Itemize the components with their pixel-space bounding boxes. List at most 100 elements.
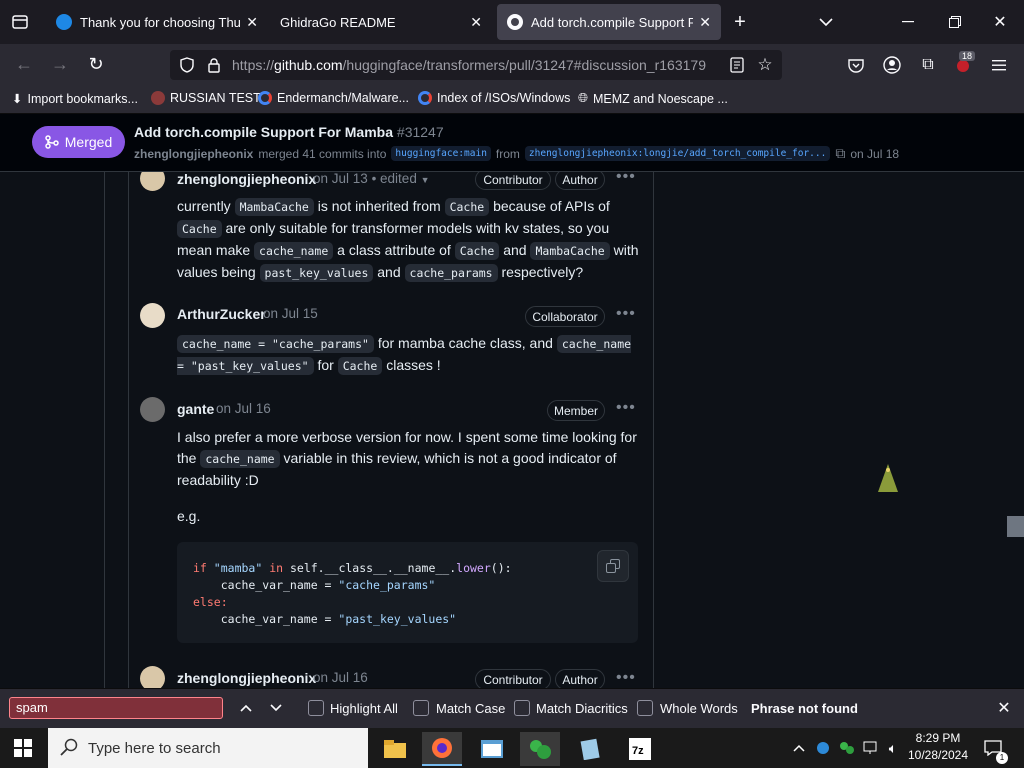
merged-label: Merged xyxy=(64,134,113,150)
reader-view-icon[interactable] xyxy=(726,54,748,76)
tab-list-icon[interactable] xyxy=(8,10,32,34)
base-branch[interactable]: huggingface:main xyxy=(391,146,491,161)
search-placeholder: Type here to search xyxy=(88,739,221,757)
chevron-up-icon[interactable] xyxy=(790,738,808,758)
copy-code-button[interactable] xyxy=(597,550,629,582)
pocket-icon[interactable] xyxy=(845,54,867,76)
extensions-icon[interactable]: ⧉ xyxy=(917,54,939,76)
network-icon[interactable] xyxy=(862,738,880,758)
find-next-icon[interactable] xyxy=(266,698,286,718)
minimize-icon[interactable] xyxy=(896,10,920,34)
desktop-pet-icon[interactable] xyxy=(876,462,900,499)
notification-count: 1 xyxy=(996,752,1008,764)
bookmark-label: RUSSIAN TEST xyxy=(170,91,261,105)
pr-sticky-header xyxy=(0,114,1024,172)
highlight-all-checkbox[interactable] xyxy=(308,700,324,716)
tab-thunderbird[interactable]: Thank you for choosing Thunde ✕ xyxy=(46,4,268,40)
comment-author[interactable]: ArthurZucker xyxy=(177,306,266,322)
whole-words-checkbox[interactable] xyxy=(637,700,653,716)
timeline-line xyxy=(104,172,105,688)
bookmark-label: MEMZ and Noescape ... xyxy=(593,91,728,106)
head-branch[interactable]: zhenglongjiepheonix:longjie/add_torch_co… xyxy=(524,146,831,161)
window-close-icon[interactable]: ✕ xyxy=(988,10,1012,34)
more-options-icon[interactable]: ••• xyxy=(616,172,636,186)
pr-number: #31247 xyxy=(396,124,444,140)
pr-title[interactable]: Add torch.compile Support For Mamba #312… xyxy=(134,124,444,140)
copy-icon[interactable]: ⧉ xyxy=(835,145,845,162)
match-case-label[interactable]: Match Case xyxy=(436,701,505,716)
avatar[interactable] xyxy=(140,666,165,688)
back-icon[interactable]: ← xyxy=(12,52,36,76)
find-status: Phrase not found xyxy=(751,701,858,716)
close-icon[interactable]: ✕ xyxy=(246,14,258,31)
match-diacritics-checkbox[interactable] xyxy=(514,700,530,716)
author-badge: Author xyxy=(555,669,605,688)
collaborator-badge: Collaborator xyxy=(525,306,605,327)
account-icon[interactable] xyxy=(881,54,903,76)
tab-pull-request[interactable]: Add torch.compile Support For ✕ xyxy=(497,4,721,40)
green-app-icon[interactable] xyxy=(520,732,560,766)
bookmark-star-icon[interactable]: ☆ xyxy=(754,54,776,76)
search-icon xyxy=(60,738,78,760)
avatar[interactable] xyxy=(140,397,165,422)
shield-icon[interactable] xyxy=(176,54,198,76)
comment-date[interactable]: on Jul 15 xyxy=(263,306,318,321)
file-explorer-icon[interactable] xyxy=(375,732,415,766)
google-icon xyxy=(418,91,432,105)
pr-user[interactable]: zhenglongjiepheonix xyxy=(134,147,253,161)
tray-green-icon[interactable] xyxy=(838,738,856,758)
comment-author[interactable]: zhenglongjiepheonix xyxy=(177,670,316,686)
match-diacritics-label[interactable]: Match Diacritics xyxy=(536,701,628,716)
reload-icon[interactable]: ↻ xyxy=(84,52,108,76)
sevenzip-icon[interactable]: 7z xyxy=(620,732,660,766)
bookmark-russian-test[interactable]: RUSSIAN TEST xyxy=(151,91,261,105)
avatar[interactable] xyxy=(140,303,165,328)
close-icon[interactable]: ✕ xyxy=(699,14,711,31)
member-badge: Member xyxy=(547,400,605,421)
comment-date[interactable]: on Jul 16 xyxy=(216,401,271,416)
tray-app-icon[interactable] xyxy=(814,738,832,758)
more-options-icon[interactable]: ••• xyxy=(616,669,636,687)
bookmark-label: Endermanch/Malware... xyxy=(277,91,410,105)
close-find-icon[interactable]: ✕ xyxy=(994,698,1014,718)
url-text[interactable]: https://github.com/huggingface/transform… xyxy=(232,57,720,73)
clock[interactable]: 8:29 PM 10/28/2024 xyxy=(906,730,970,764)
taskbar-search[interactable]: Type here to search xyxy=(48,728,368,768)
lock-icon[interactable] xyxy=(204,54,224,76)
comment-body: I also prefer a more verbose version for… xyxy=(177,429,637,488)
whole-words-label[interactable]: Whole Words xyxy=(660,701,738,716)
more-options-icon[interactable]: ••• xyxy=(616,399,636,417)
forward-icon[interactable]: → xyxy=(48,52,72,76)
bookmark-endermanch[interactable]: Endermanch/Malware... xyxy=(258,91,409,105)
restore-icon[interactable] xyxy=(943,10,967,34)
merge-icon xyxy=(45,135,59,149)
chevron-down-icon[interactable] xyxy=(814,10,838,34)
comment-body: currently MambaCache is not inherited fr… xyxy=(177,198,639,282)
app-window-icon[interactable] xyxy=(472,732,512,766)
tab-title: Add torch.compile Support For xyxy=(531,14,694,30)
bookmark-import[interactable]: ⬇ Import bookmarks... xyxy=(12,91,138,107)
volume-icon[interactable]: 🔈︎ xyxy=(884,738,902,758)
highlight-all-label[interactable]: Highlight All xyxy=(330,701,398,716)
menu-icon[interactable] xyxy=(988,54,1010,76)
comment-author[interactable]: zhenglongjiepheonix xyxy=(177,172,316,187)
notes-app-icon[interactable] xyxy=(570,732,610,766)
tab-ghidrago[interactable]: GhidraGo README ✕ xyxy=(270,4,492,40)
windows-start-icon[interactable] xyxy=(12,737,34,759)
clock-time: 8:29 PM xyxy=(915,731,961,745)
tab-title: Thank you for choosing Thunde xyxy=(80,14,241,30)
scrollbar-thumb[interactable] xyxy=(1007,516,1024,537)
match-case-checkbox[interactable] xyxy=(413,700,429,716)
find-previous-icon[interactable] xyxy=(236,698,256,718)
firefox-icon[interactable] xyxy=(422,732,462,766)
bookmark-memz[interactable]: 🌐︎ MEMZ and Noescape ... xyxy=(578,91,728,106)
new-tab-icon[interactable]: + xyxy=(728,10,752,34)
comment-date[interactable]: on Jul 16 xyxy=(313,670,368,685)
comment-author[interactable]: gante xyxy=(177,401,214,417)
globe-icon xyxy=(151,91,165,105)
find-input[interactable]: spam xyxy=(9,697,223,719)
bookmark-index-isos[interactable]: Index of /ISOs/Windows xyxy=(418,91,570,105)
close-icon[interactable]: ✕ xyxy=(470,14,482,31)
comment-date[interactable]: on Jul 13 • edited ▼ xyxy=(313,172,430,186)
more-options-icon[interactable]: ••• xyxy=(616,305,636,323)
